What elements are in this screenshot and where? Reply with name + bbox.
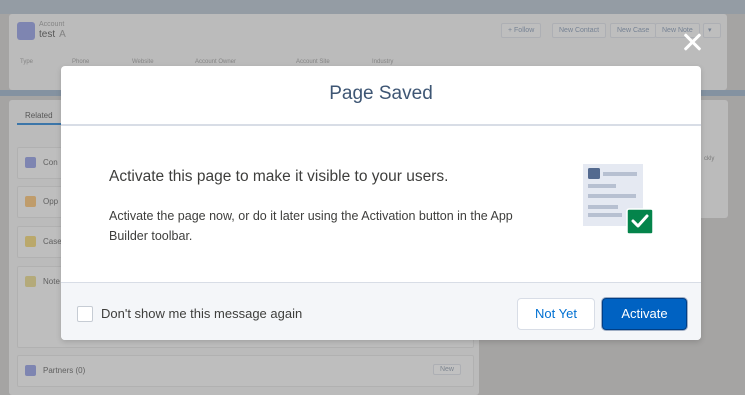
page-saved-modal: Page Saved Activate this page to make it… [61,66,701,340]
modal-title: Page Saved [329,83,433,104]
checkmark-badge [626,208,654,235]
activation-heading: Activate this page to make it visible to… [109,168,449,185]
page-line-shape [588,213,622,217]
page-line-shape [603,172,637,176]
page-line-shape [588,194,636,198]
page-avatar-shape [588,168,600,179]
not-yet-button[interactable]: Not Yet [517,298,595,330]
page-line-shape [588,205,618,209]
close-icon[interactable] [680,30,704,54]
dont-show-again-checkbox[interactable] [77,306,93,322]
page-line-shape [588,184,616,188]
page-checkmark-illustration [583,164,654,235]
activation-description: Activate the page now, or do it later us… [109,209,513,243]
dont-show-again-label[interactable]: Don't show me this message again [101,306,302,321]
modal-header: Page Saved [61,66,701,126]
modal-footer: Don't show me this message again Not Yet… [61,282,701,340]
activate-button[interactable]: Activate [602,298,687,330]
modal-body: Activate this page to make it visible to… [61,126,701,282]
